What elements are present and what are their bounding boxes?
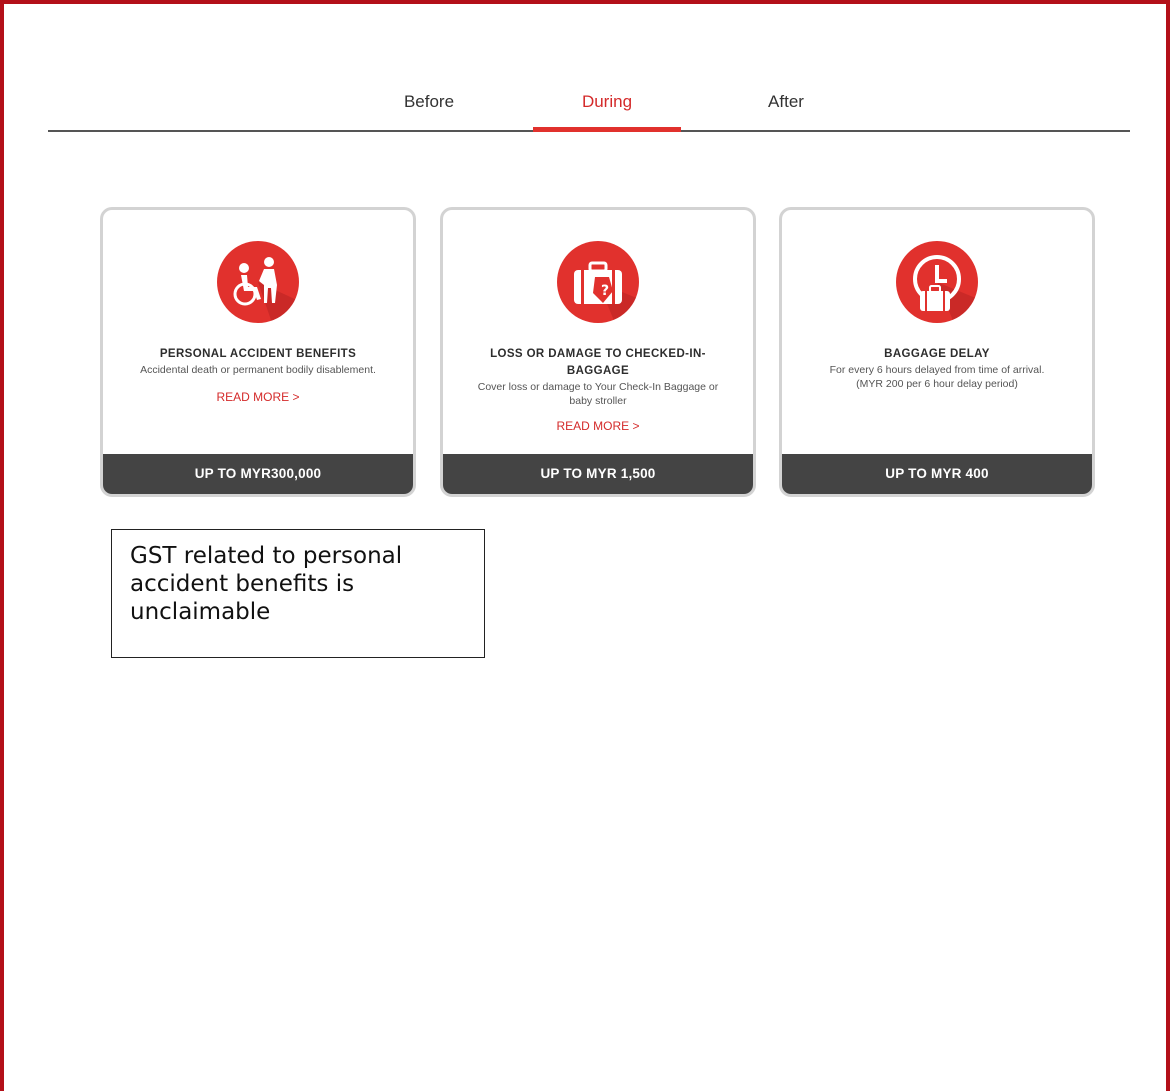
card-title: BAGGAGE DELAY For every 6 hours delayed … <box>796 346 1078 391</box>
card-description-line1: For every 6 hours delayed from time of a… <box>829 364 1045 376</box>
lost-luggage-icon: ? <box>557 241 639 323</box>
card-footer-amount: UP TO MYR300,000 <box>103 454 413 494</box>
card-title: LOSS OR DAMAGE TO CHECKED-IN- BAGGAGE Co… <box>457 346 739 435</box>
card-footer-amount: UP TO MYR 1,500 <box>443 454 753 494</box>
clock-luggage-icon <box>896 241 978 323</box>
card-title-line2: BAGGAGE <box>566 365 630 377</box>
read-more-link[interactable]: READ MORE > <box>457 418 739 435</box>
tab-during[interactable]: During <box>533 92 681 128</box>
benefit-cards: PERSONAL ACCIDENT BENEFITS Accidental de… <box>100 207 1100 502</box>
card-title-line1: LOSS OR DAMAGE TO CHECKED-IN- <box>490 348 706 360</box>
card-description-line2: (MYR 200 per 6 hour delay period) <box>856 378 1018 390</box>
page-frame: Before During After PERSONAL ACCIDENT BE… <box>0 0 1170 1091</box>
card-title: PERSONAL ACCIDENT BENEFITS Accidental de… <box>117 346 399 406</box>
benefit-card-personal-accident: PERSONAL ACCIDENT BENEFITS Accidental de… <box>100 207 416 497</box>
benefit-card-baggage-delay: BAGGAGE DELAY For every 6 hours delayed … <box>779 207 1095 497</box>
svg-text:?: ? <box>601 283 609 299</box>
card-title-text: PERSONAL ACCIDENT BENEFITS <box>159 348 357 360</box>
wheelchair-assist-icon <box>217 241 299 323</box>
tab-after[interactable]: After <box>748 92 824 128</box>
tab-before[interactable]: Before <box>388 92 470 128</box>
benefit-card-checked-baggage: ? LOSS OR DAMAGE TO CHECKED-IN- BAGGAGE … <box>440 207 756 497</box>
active-tab-indicator <box>533 127 681 132</box>
card-title-text: BAGGAGE DELAY <box>884 348 990 360</box>
tab-bar: Before During After <box>48 88 1130 132</box>
card-description-line1: Cover loss or damage to Your Check-In Ba… <box>477 381 719 393</box>
card-description-line2: baby stroller <box>569 395 627 407</box>
card-description: Accidental death or permanent bodily dis… <box>140 364 376 376</box>
note-line2: accident benefits is <box>130 571 355 597</box>
read-more-link[interactable]: READ MORE > <box>117 389 399 406</box>
annotation-note: GST related to personal accident benefit… <box>111 529 485 658</box>
note-line1: GST related to personal <box>130 543 403 569</box>
note-line3: unclaimable <box>130 599 271 625</box>
card-footer-amount: UP TO MYR 400 <box>782 454 1092 494</box>
